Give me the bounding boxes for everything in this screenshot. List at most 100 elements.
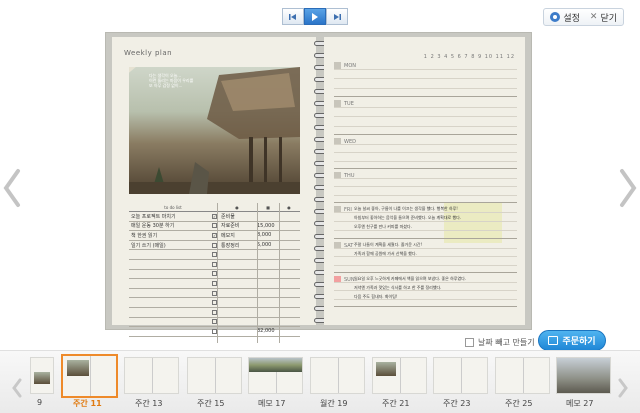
thumb-left-page: [434, 358, 461, 393]
thumb-photo: [67, 360, 89, 376]
todo-header-title: to do list: [164, 204, 182, 210]
thumb-left-page: [311, 358, 338, 393]
day-line: [334, 177, 517, 179]
page-thumbnail[interactable]: [30, 357, 54, 394]
order-button[interactable]: 주문하기: [538, 330, 606, 351]
day-section[interactable]: SUN 일요일 오후 느긋하게 카페에서 책을 읽으며 보냈다. 좋은 하루였다.…: [334, 273, 517, 307]
thumbnail-label: 월간 19: [320, 399, 348, 408]
todo-amount: 32,000: [257, 328, 275, 335]
todo-row[interactable]: [129, 289, 300, 299]
todo-row[interactable]: [129, 279, 300, 289]
page-title: Weekly plan: [124, 49, 173, 57]
page-thumbnail[interactable]: [372, 357, 427, 394]
thumb-left-page: [188, 358, 215, 393]
settings-button[interactable]: 설정: [550, 11, 580, 24]
todo-item: 준비물: [221, 213, 235, 220]
thumbnail-label: 메모 17: [258, 399, 286, 408]
todo-row[interactable]: 오늘 프로젝트 마치기 ✓ 준비물: [129, 212, 300, 222]
day-note: 다음 주도 힘내자. 화이팅!: [354, 294, 398, 299]
thumbnail-label: 메모 27: [566, 399, 594, 408]
todo-text: 책 한권 읽기: [131, 232, 158, 239]
day-note: 오후엔 친구를 만나 커피를 마셨다.: [354, 224, 412, 229]
todo-header-col: ●: [287, 204, 291, 210]
todo-item: 자료준비: [221, 223, 240, 230]
day-line: [334, 194, 517, 196]
exclude-date-option[interactable]: 날짜 빼고 만들기: [465, 337, 535, 348]
first-page-button[interactable]: [282, 8, 304, 25]
todo-row[interactable]: 일기 쓰기 (매일) 통장정리 5,000: [129, 241, 300, 251]
day-section[interactable]: WED: [334, 135, 517, 169]
day-section[interactable]: TUE: [334, 97, 517, 135]
todo-row[interactable]: 책 한권 읽기 ✓ 메모지 8,000: [129, 231, 300, 241]
todo-divider: [217, 203, 218, 343]
thumbnail-label: 주간 11: [73, 399, 102, 408]
page-thumbnail[interactable]: [310, 357, 365, 394]
page-thumbnail[interactable]: [556, 357, 611, 394]
todo-header: to do list ● ■ ●: [129, 203, 300, 212]
day-line: [334, 116, 517, 117]
thumb-right-page: [522, 358, 550, 393]
settings-bar: 설정 ✕ 닫기: [543, 8, 624, 26]
exclude-date-checkbox[interactable]: [465, 338, 474, 347]
carousel-photo[interactable]: 다는 생각이 오늘... 이런 돌리는 마음이 우리를 또 아무 감정 없이..…: [129, 67, 300, 194]
thumb-prev-arrow-icon[interactable]: [11, 378, 23, 398]
last-page-button[interactable]: [326, 8, 348, 25]
thumbnail-label: 주간 21: [382, 399, 410, 408]
carousel-illustration: [129, 67, 300, 194]
day-section[interactable]: SAT 주말 나들이 계획을 세웠다. 즐거운 시간! 가족과 함께 공원에 가서 …: [334, 239, 517, 273]
day-line: [334, 160, 517, 162]
todo-divider: [257, 203, 258, 343]
skip-forward-icon: [334, 13, 341, 20]
page-thumbnail[interactable]: [433, 357, 488, 394]
page-thumbnail[interactable]: [495, 357, 550, 394]
day-note: 아침부터 좋아하는 음악을 들으며 준비했다. 오늘 계획대로 했다.: [354, 215, 462, 220]
play-icon: [312, 12, 318, 21]
day-line: [334, 212, 517, 213]
thumbnail-label: 주간 13: [135, 399, 163, 408]
skip-back-icon: [289, 13, 296, 20]
todo-row[interactable]: [129, 250, 300, 260]
todo-row[interactable]: [129, 298, 300, 308]
todo-row[interactable]: [129, 318, 300, 328]
thumb-right-page: [460, 358, 488, 393]
todo-row[interactable]: 32,000: [129, 327, 300, 337]
thumb-next-arrow-icon[interactable]: [617, 378, 629, 398]
thumb-photo: [376, 362, 396, 376]
day-note: 일요일 오후 느긋하게 카페에서 책을 읽으며 보냈다. 좋은 하루였다.: [354, 276, 467, 281]
close-button[interactable]: ✕ 닫기: [590, 11, 617, 24]
page-thumbnail[interactable]: [248, 357, 303, 394]
day-section[interactable]: MON: [334, 59, 517, 97]
order-label: 주문하기: [562, 337, 596, 347]
right-page: 1 2 3 4 5 6 7 8 9 10 11 12 MON TUE WED THU F…: [324, 37, 525, 325]
day-section[interactable]: THU: [334, 169, 517, 203]
close-icon: ✕: [589, 12, 598, 22]
page-thumbnail[interactable]: [187, 357, 242, 394]
day-note: 저녁엔 가족과 맛있는 식사를 하고 한 주를 정리했다.: [354, 285, 442, 290]
day-line: [334, 264, 517, 266]
thumbnail-label: 주간 15: [197, 399, 225, 408]
thumb-right-page: [89, 356, 117, 396]
todo-text: 일기 쓰기 (매일): [131, 242, 166, 249]
day-section[interactable]: FRI 오늘 날씨 좋아, 구름이 나를 이끄는 생각을 했다. 행복한 하루! 아…: [334, 203, 517, 239]
todo-row[interactable]: [129, 270, 300, 280]
page-thumbnail[interactable]: [61, 354, 118, 398]
prev-page-arrow-icon[interactable]: [2, 168, 22, 208]
todo-row[interactable]: 매일 운동 30분 하기 자료준비 15,000: [129, 222, 300, 232]
left-page: Weekly plan 다는 생각이 오늘... 이런 돌리는 마음이 우리를 …: [112, 37, 316, 343]
todo-divider: [279, 203, 280, 343]
next-page-arrow-icon[interactable]: [618, 168, 638, 208]
play-button[interactable]: [304, 8, 326, 25]
planner-book: Weekly plan 다는 생각이 오늘... 이런 돌리는 마음이 우리를 …: [105, 32, 532, 343]
day-line: [334, 78, 517, 79]
todo-list: to do list ● ■ ● 오늘 프로젝트 마치기 ✓ 준비물 매일 운동 30…: [129, 203, 300, 337]
todo-row[interactable]: [129, 260, 300, 270]
day-note: 가족과 함께 공원에 가서 산책을 했다.: [354, 251, 417, 256]
todo-item: 메모지: [221, 232, 235, 239]
day-line: [334, 186, 517, 187]
day-line: [334, 106, 517, 108]
todo-row[interactable]: [129, 308, 300, 318]
page-thumbnail[interactable]: [124, 357, 179, 394]
exclude-date-label: 날짜 빼고 만들기: [478, 338, 535, 347]
thumb-right-page: [337, 358, 365, 393]
todo-amount: 8,000: [257, 232, 272, 239]
